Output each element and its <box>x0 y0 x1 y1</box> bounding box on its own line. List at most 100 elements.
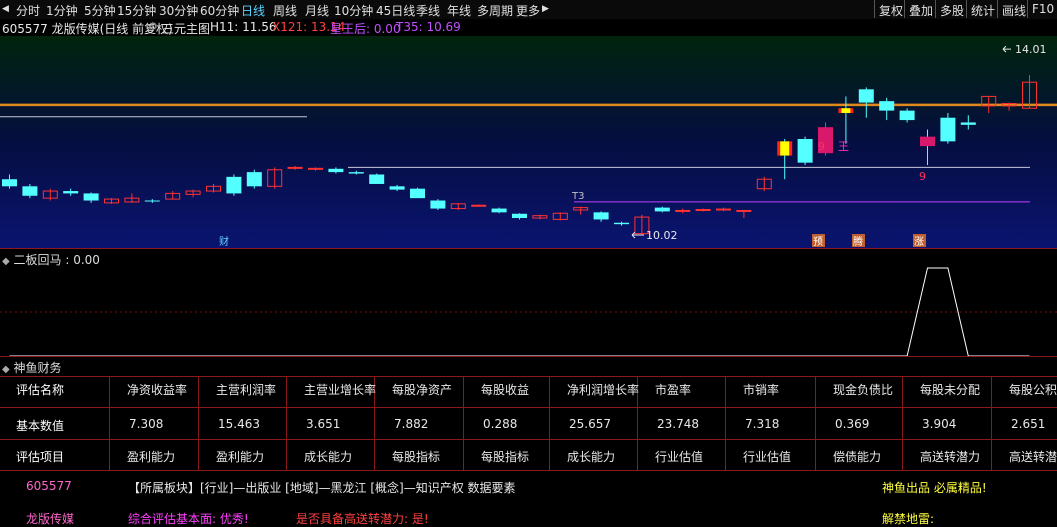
candle-body <box>512 213 527 219</box>
table-col-divider <box>902 376 903 470</box>
table-cell: 0.369 <box>835 417 870 431</box>
period-tab-2[interactable]: 5分钟 <box>84 2 116 19</box>
candle-body <box>430 200 446 209</box>
candle-body <box>348 172 364 174</box>
table-header-cell: 每股收益 <box>481 383 530 397</box>
candle-body <box>736 209 752 212</box>
event-badge: 涨 <box>914 236 924 248</box>
settings-gear-icon[interactable]: ⚙ <box>148 20 158 33</box>
candle[interactable] <box>410 187 425 199</box>
h11-value: H11: 11.56 <box>210 20 277 34</box>
footer-slogan: 神鱼出品 必属精品! <box>882 481 987 495</box>
chart-background <box>0 36 1057 248</box>
candle-body <box>654 207 670 212</box>
table-cell: 偿债能力 <box>833 450 882 464</box>
event-badge: 预 <box>813 236 823 248</box>
period-tab-4[interactable]: 30分钟 <box>159 2 198 19</box>
candle-body <box>63 191 79 194</box>
table-cell: 2.651 <box>1011 417 1046 431</box>
candle-body <box>287 166 303 169</box>
candle[interactable] <box>797 136 813 166</box>
period-tab-10[interactable]: 45日线 <box>376 2 415 19</box>
table-header-cell: 主营利润率 <box>216 383 277 397</box>
footer-gaosong: 是否具备高送转潜力: 是! <box>296 512 429 526</box>
period-tab-9[interactable]: 10分钟 <box>334 2 373 19</box>
candle-body <box>899 110 915 121</box>
event-badge: 财 <box>219 235 229 248</box>
footer-rating: 综合评估基本面: 优秀! <box>128 512 249 526</box>
toolbar-button-0[interactable]: 复权 <box>874 0 907 18</box>
period-tab-6[interactable]: 日线 <box>241 2 265 19</box>
period-tab-3[interactable]: 15分钟 <box>117 2 156 19</box>
toolbar-scroll-left-icon[interactable]: ◀ <box>2 4 9 14</box>
table-col-divider <box>286 376 287 470</box>
period-tab-13[interactable]: 多周期 <box>477 2 513 19</box>
candle-body <box>2 179 17 187</box>
footer-stock-code: 605577 <box>26 479 72 493</box>
toolbar-button-2[interactable]: 多股 <box>935 0 968 18</box>
table-col-divider <box>549 376 550 470</box>
candle-body <box>22 186 38 196</box>
low-price-label: 10.02 <box>646 229 678 242</box>
table-cell: 基本数值 <box>16 419 65 433</box>
table-cell: 高送转潜力 <box>1009 450 1057 464</box>
toolbar-button-1[interactable]: 叠加 <box>904 0 937 18</box>
candle-body <box>83 193 99 201</box>
period-tab-5[interactable]: 60分钟 <box>200 2 239 19</box>
table-col-divider <box>815 376 816 470</box>
toolbar-button-5[interactable]: F10 <box>1027 0 1057 18</box>
panel-divider <box>0 248 1057 249</box>
table-cell: 每股指标 <box>481 450 530 464</box>
candle-body <box>369 174 385 184</box>
period-tab-1[interactable]: 1分钟 <box>46 2 78 19</box>
period-tab-0[interactable]: 分时 <box>16 2 40 19</box>
candle-body <box>328 168 344 173</box>
candle[interactable] <box>430 199 446 210</box>
signal-marker: 王 <box>838 140 849 153</box>
table-cell: 15.463 <box>218 417 260 431</box>
period-tab-12[interactable]: 年线 <box>447 2 471 19</box>
candle-body <box>246 172 262 187</box>
table-cell: 3.904 <box>922 417 957 431</box>
candle-body <box>593 212 609 220</box>
toolbar-button-4[interactable]: 画线 <box>997 0 1030 18</box>
indicator-name[interactable]: 三元主图 <box>162 20 210 37</box>
candle-body-highlight <box>780 141 790 156</box>
candle-body <box>614 222 629 225</box>
table-row-divider <box>0 439 1057 440</box>
sub-indicator-chart <box>0 267 1057 356</box>
table-cell: 高送转潜力 <box>920 450 981 464</box>
table-cell: 25.657 <box>569 417 611 431</box>
panel-divider <box>0 356 1057 357</box>
table-cell: 成长能力 <box>567 450 616 464</box>
table-col-divider <box>991 376 992 470</box>
candle-body <box>491 208 507 213</box>
table-cell: 0.288 <box>483 417 518 431</box>
candle[interactable] <box>246 169 262 189</box>
candle-body <box>940 117 956 142</box>
period-tab-8[interactable]: 月线 <box>305 2 329 19</box>
more-chevron-icon[interactable]: ▶ <box>542 4 549 14</box>
candle-body <box>226 176 242 194</box>
signal-marker: 9 <box>818 140 825 153</box>
candle[interactable] <box>369 173 385 184</box>
fin-section-title: ◆ 神鱼财务 <box>2 361 62 375</box>
panel-collapse-icon[interactable]: ◆ <box>2 364 10 375</box>
table-cell: 行业估值 <box>743 450 792 464</box>
table-row-divider <box>0 470 1057 471</box>
table-header-cell: 每股公积金 <box>1009 383 1057 397</box>
candle[interactable] <box>226 174 242 196</box>
toolbar-button-3[interactable]: 统计 <box>966 0 999 18</box>
table-header-cell: 评估名称 <box>16 383 65 397</box>
candle-body-highlight <box>841 108 851 113</box>
candlestick-chart[interactable]: 14.0110.02T39 王9财预腾涨 <box>0 36 1057 248</box>
candle-body <box>389 186 405 190</box>
candle-body <box>879 101 895 111</box>
t35-value: T35: 10.69 <box>396 20 461 34</box>
table-header-cell: 市盈率 <box>655 383 692 397</box>
period-tab-14[interactable]: 更多 <box>516 2 540 19</box>
period-tab-7[interactable]: 周线 <box>273 2 297 19</box>
signal-marker: 9 <box>919 170 926 183</box>
period-tab-11[interactable]: 季线 <box>416 2 440 19</box>
candle-body <box>144 200 160 202</box>
